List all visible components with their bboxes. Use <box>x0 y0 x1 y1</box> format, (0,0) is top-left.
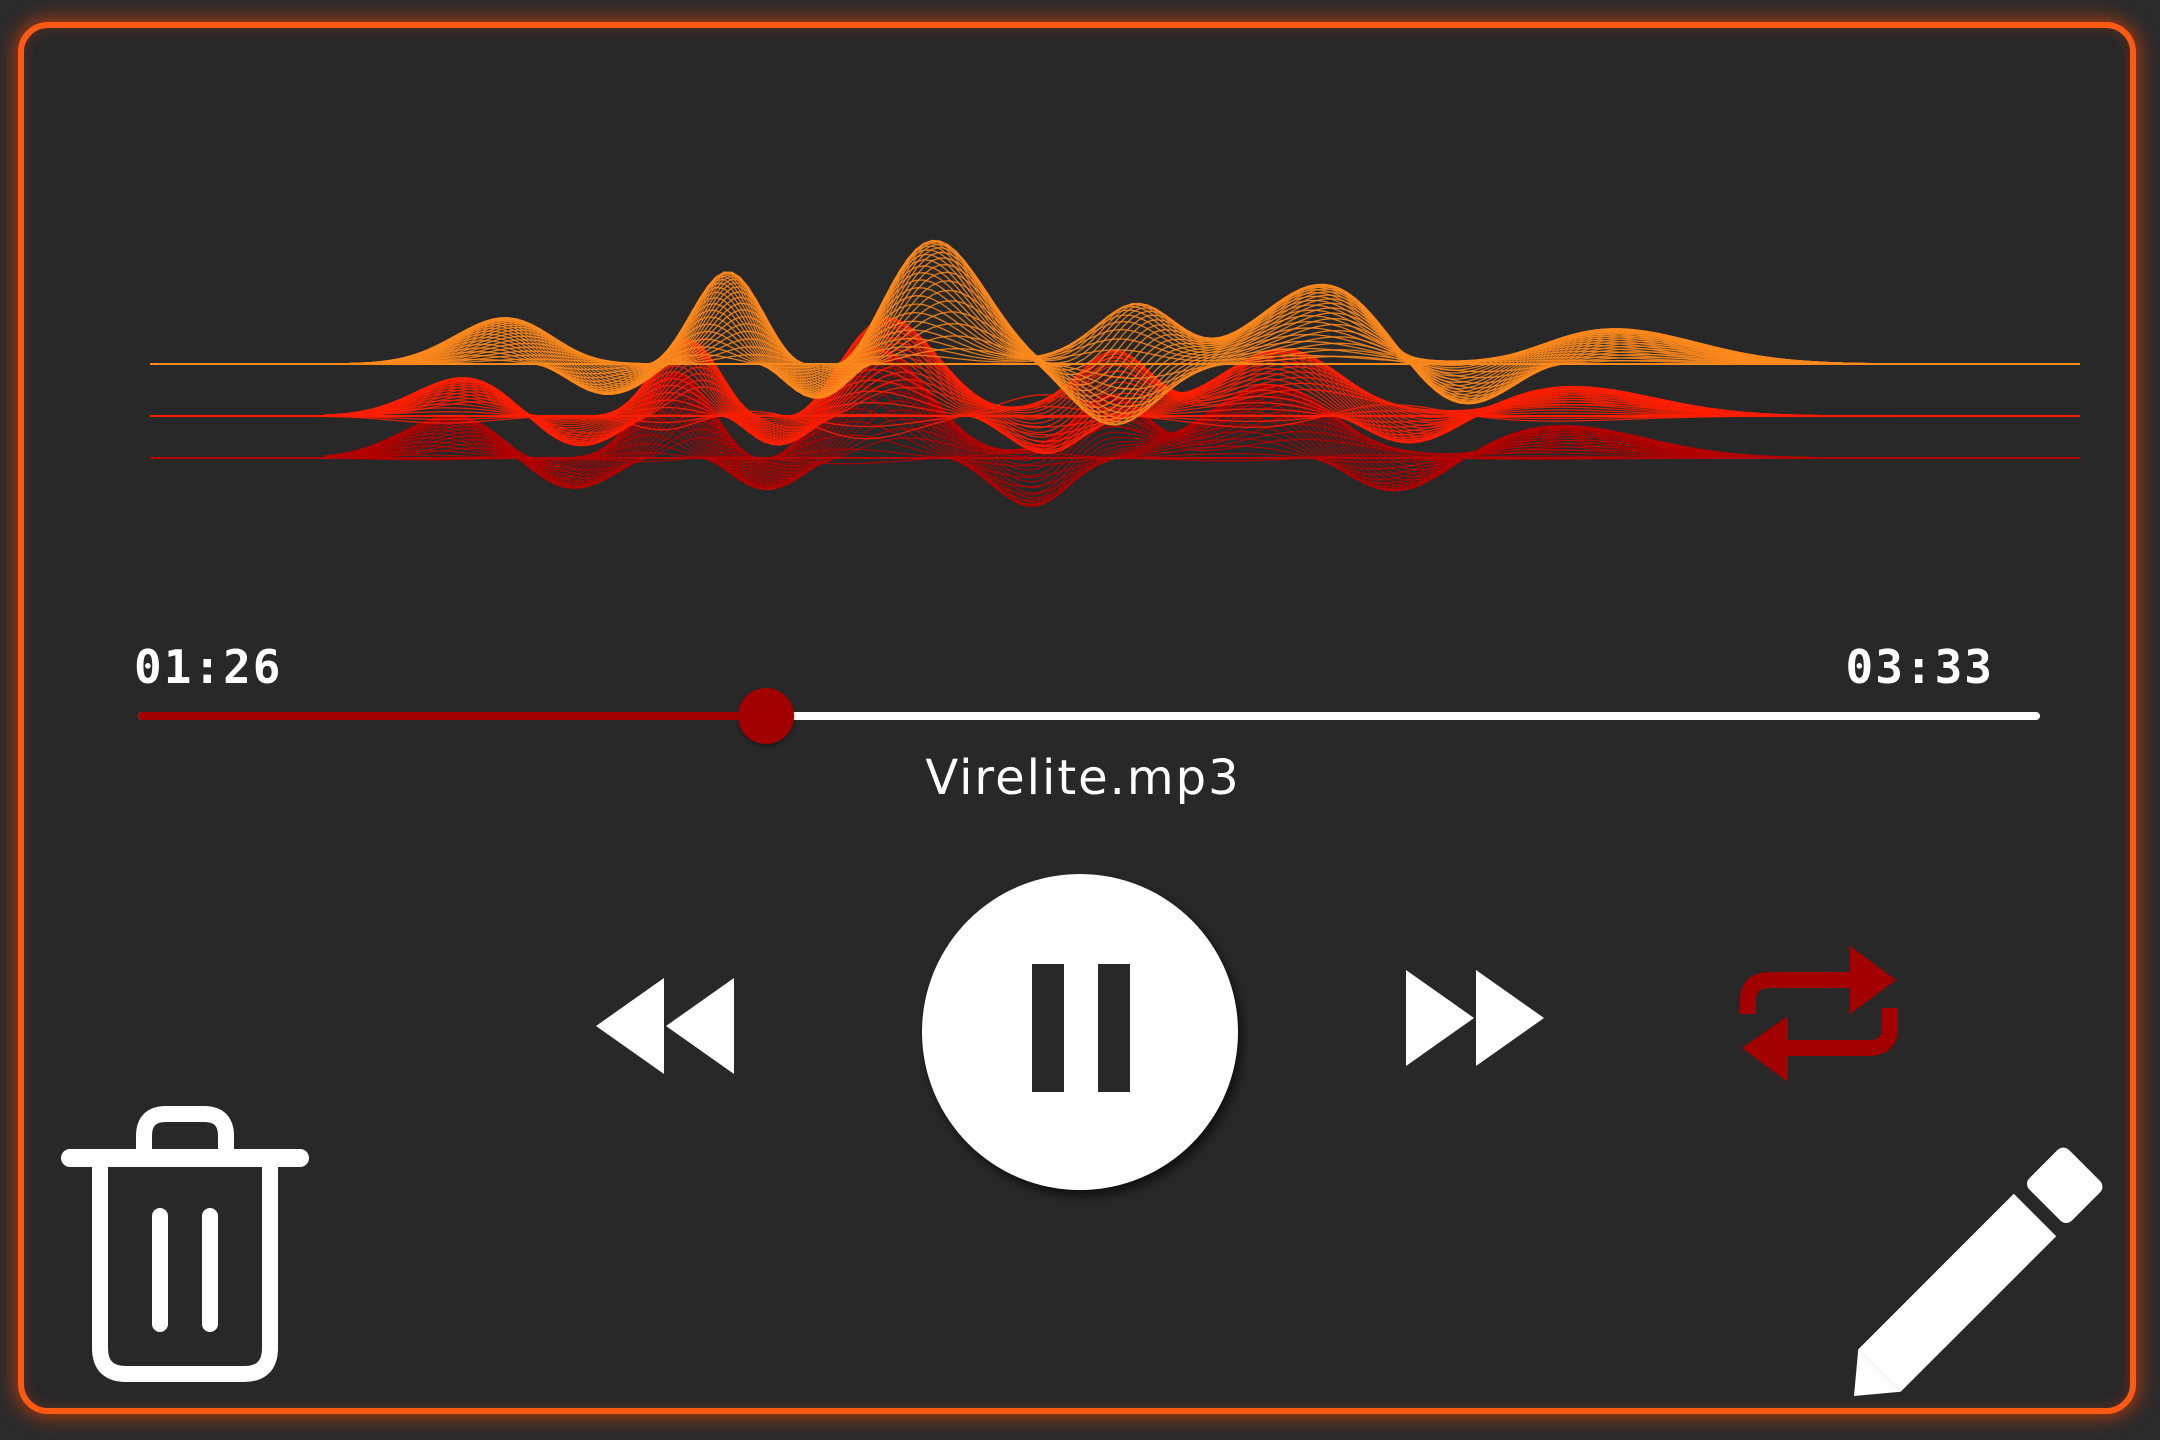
fast-forward-button[interactable] <box>1404 968 1544 1068</box>
media-player-window: 01:26 03:33 Virelite.mp3 <box>18 22 2136 1414</box>
track-name: Virelite.mp3 <box>925 750 1241 806</box>
total-time: 03:33 <box>1845 640 1994 694</box>
current-time: 01:26 <box>134 640 283 694</box>
trash-icon <box>61 1106 309 1382</box>
waveform-visualizer <box>150 239 2080 507</box>
seek-bar[interactable] <box>138 688 2040 744</box>
delete-button[interactable] <box>60 1106 310 1386</box>
rewind-icon <box>596 978 734 1074</box>
repeat-button[interactable] <box>1730 936 1910 1096</box>
repeat-icon <box>1740 946 1898 1082</box>
seek-bar-fill <box>138 712 766 720</box>
pause-icon <box>1032 964 1130 1092</box>
rewind-button[interactable] <box>596 976 736 1076</box>
edit-button[interactable] <box>1824 1118 2114 1408</box>
fast-forward-icon <box>1406 970 1544 1066</box>
pause-button[interactable] <box>922 874 1238 1190</box>
seek-bar-thumb[interactable] <box>737 688 794 744</box>
pencil-icon <box>1854 1147 2103 1396</box>
